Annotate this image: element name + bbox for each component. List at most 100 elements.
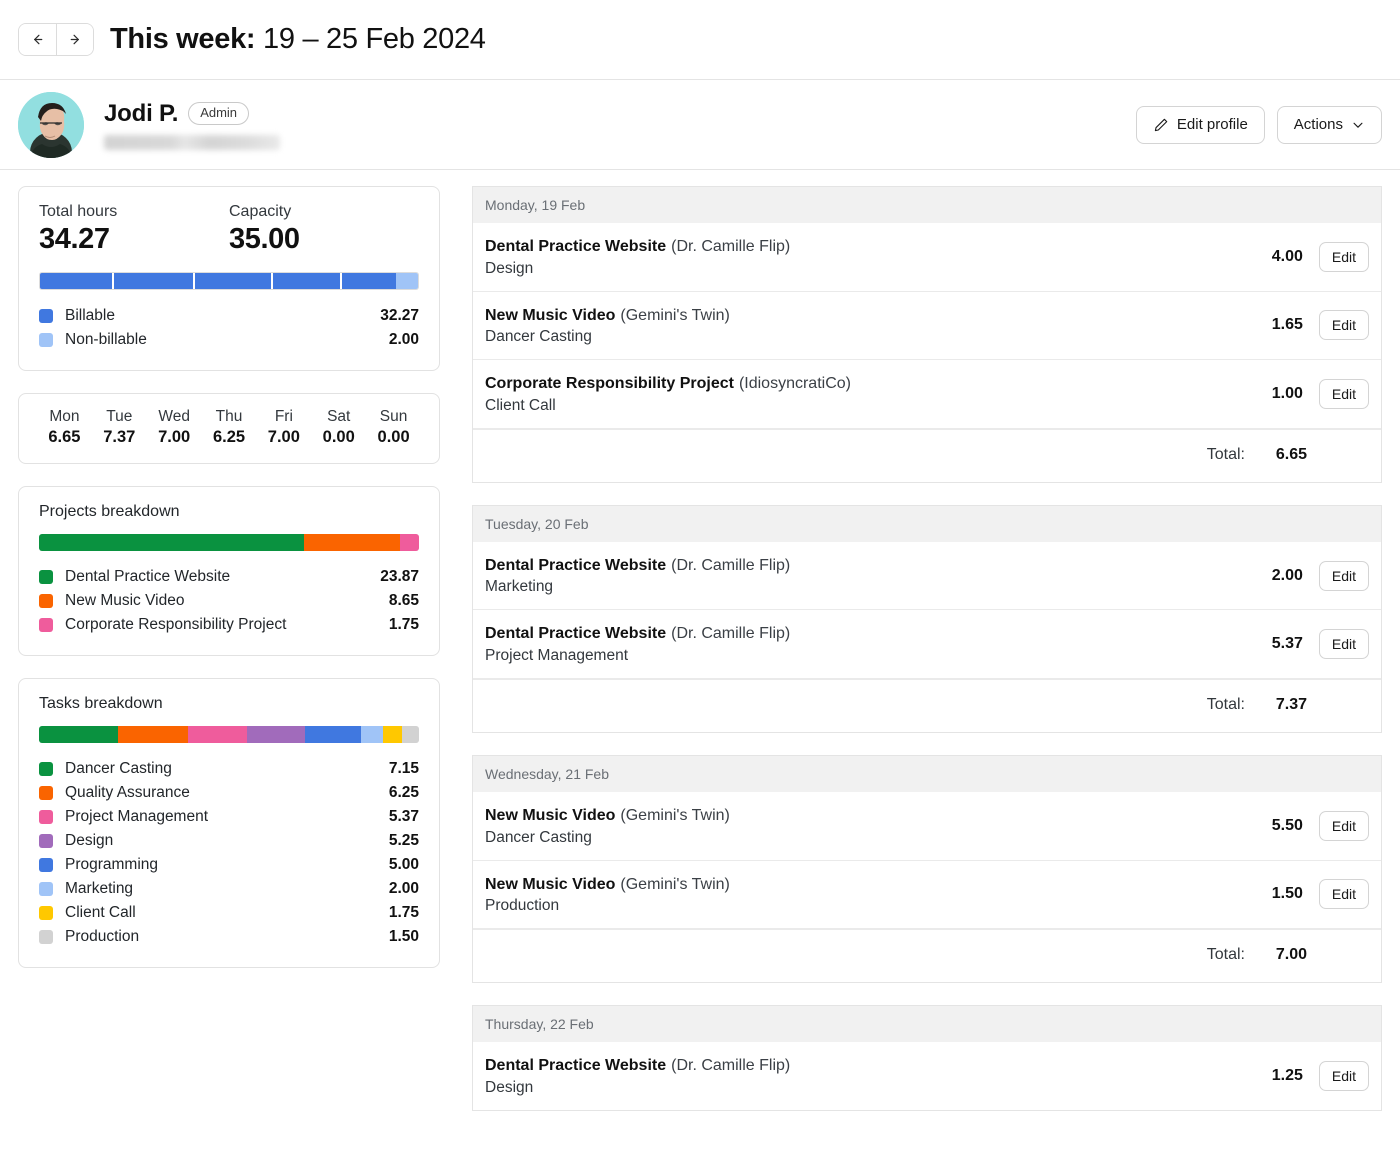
time-entry-row[interactable]: New Music Video (Gemini's Twin) Dancer Cas…	[473, 792, 1381, 861]
weekday-name: Thu	[215, 408, 243, 425]
time-entry-client: (IdiosyncratiCo)	[738, 375, 851, 393]
edit-entry-button[interactable]: Edit	[1318, 560, 1369, 591]
billable-legend-label: Billable	[65, 307, 115, 324]
edit-entry-button[interactable]: Edit	[1318, 1060, 1369, 1091]
edit-entry-button[interactable]: Edit	[1318, 629, 1369, 660]
day-header: Thursday, 22 Feb	[472, 1005, 1382, 1043]
tasks-breakdown-legend: Dancer Casting 7.15 Quality Assurance 6.25 P…	[39, 757, 419, 949]
day-section: Wednesday, 21 Feb New Music Video (Gemini'…	[472, 754, 1382, 984]
tasks-legend-row: Project Management 5.37	[39, 805, 419, 829]
color-swatch-icon	[39, 618, 53, 632]
weekday-cell: Sun 0.00	[366, 408, 421, 447]
color-swatch-icon	[39, 570, 53, 584]
projects-legend-row: Corporate Responsibility Project 1.75	[39, 613, 419, 637]
time-entry-project-line: New Music Video (Gemini's Twin)	[485, 305, 1241, 327]
projects-legend-label: Corporate Responsibility Project	[65, 616, 287, 633]
tasks-legend-value: 1.75	[388, 904, 419, 921]
tasks-breakdown-bar	[39, 726, 419, 743]
tasks-bar-segment	[402, 726, 419, 743]
time-entry-hours: 1.25	[1271, 1066, 1303, 1084]
day-total-row: Total: 6.65	[473, 428, 1381, 482]
day-header: Monday, 19 Feb	[472, 186, 1382, 223]
actions-label: Actions	[1293, 116, 1343, 133]
billable-legend-label: Non-billable	[65, 331, 147, 348]
weekday-cell: Fri 7.00	[256, 408, 311, 447]
weekday-name: Sun	[379, 408, 408, 425]
time-entry-hours: 5.50	[1271, 816, 1303, 834]
projects-legend-label: New Music Video	[65, 592, 185, 609]
edit-profile-label: Edit profile	[1176, 116, 1248, 133]
projects-breakdown-legend: Dental Practice Website 23.87 New Music Vi…	[39, 565, 419, 637]
time-entry-row[interactable]: New Music Video (Gemini's Twin) Dancer Cas…	[473, 292, 1381, 361]
time-entry-client: (Gemini's Twin)	[620, 875, 730, 893]
prev-week-button[interactable]	[19, 24, 56, 55]
weekday-hours-card: Mon 6.65 Tue 7.37 Wed 7.00 Thu 6.25 Fri 7.00 Sat 0.…	[18, 393, 440, 464]
user-name: Jodi P.	[104, 99, 179, 127]
time-entry-project: New Music Video	[485, 306, 616, 324]
tasks-legend-row: Client Call 1.75	[39, 901, 419, 925]
capacity-bar-segment-billable	[40, 273, 112, 289]
time-entry-project-line: Dental Practice Website (Dr. Camille Flip…	[485, 623, 1241, 645]
tasks-legend-value: 5.37	[388, 808, 419, 825]
tasks-breakdown-card: Tasks breakdown Dancer Casting 7.15 Qualit…	[18, 678, 440, 968]
color-swatch-icon	[39, 930, 53, 944]
color-swatch-icon	[39, 333, 53, 347]
weekday-hours: 7.00	[267, 428, 300, 446]
weekday-cell: Thu 6.25	[202, 408, 257, 447]
time-entry-hours: 4.00	[1271, 247, 1303, 265]
weekday-name: Mon	[49, 408, 80, 425]
projects-bar-segment	[399, 534, 419, 551]
next-week-button[interactable]	[56, 24, 93, 55]
projects-bar-segment	[303, 534, 400, 551]
time-entry-task: Production	[485, 897, 560, 915]
weekday-hours: 7.37	[103, 428, 136, 446]
day-total-value: 6.65	[1275, 445, 1307, 463]
time-entry-client: (Dr. Camille Flip)	[671, 625, 791, 643]
capacity-bar-segment-billable	[195, 273, 271, 289]
billable-legend-row: Non-billable 2.00	[39, 328, 419, 352]
time-entry-task: Design	[485, 1078, 534, 1096]
tasks-legend-row: Design 5.25	[39, 829, 419, 853]
weekday-hours: 0.00	[377, 428, 410, 446]
time-entry-details: New Music Video (Gemini's Twin) Dancer Cas…	[485, 805, 1241, 847]
weekday-name: Sat	[327, 408, 351, 425]
tasks-legend-value: 1.50	[388, 928, 419, 945]
day-entries: New Music Video (Gemini's Twin) Dancer Cas…	[472, 791, 1382, 984]
edit-entry-button[interactable]: Edit	[1318, 310, 1369, 341]
edit-entry-button[interactable]: Edit	[1318, 241, 1369, 272]
capacity-bar-segment-nonbillable	[396, 273, 418, 289]
edit-profile-button[interactable]: Edit profile	[1135, 105, 1265, 144]
time-entry-hours: 1.00	[1271, 384, 1303, 402]
time-entry-row[interactable]: New Music Video (Gemini's Twin) Production…	[473, 861, 1381, 930]
content-columns: Total hours 34.27 Capacity 35.00 Billabl…	[0, 170, 1400, 1133]
page-title-prefix: This week:	[110, 23, 256, 55]
tasks-bar-segment	[39, 726, 119, 743]
time-entries-list: Monday, 19 Feb Dental Practice Website (Dr…	[472, 186, 1382, 1133]
actions-button[interactable]: Actions	[1276, 105, 1382, 144]
day-header: Tuesday, 20 Feb	[472, 504, 1382, 542]
time-entry-row[interactable]: Corporate Responsibility Project (Idiosyn…	[473, 360, 1381, 429]
day-entries: Dental Practice Website (Dr. Camille Flip…	[472, 541, 1382, 733]
time-entry-row[interactable]: Dental Practice Website (Dr. Camille Flip…	[473, 1042, 1381, 1110]
billable-legend: Billable 32.27 Non-billable 2.00	[39, 304, 419, 352]
time-entry-project-line: New Music Video (Gemini's Twin)	[485, 805, 1241, 827]
time-entry-client: (Gemini's Twin)	[620, 306, 730, 324]
time-entry-details: Dental Practice Website (Dr. Camille Flip…	[485, 236, 1241, 278]
time-entry-row[interactable]: Dental Practice Website (Dr. Camille Flip…	[473, 542, 1381, 611]
projects-legend-value: 8.65	[388, 592, 419, 609]
time-entry-row[interactable]: Dental Practice Website (Dr. Camille Flip…	[473, 610, 1381, 679]
edit-entry-button[interactable]: Edit	[1318, 810, 1369, 841]
edit-entry-button[interactable]: Edit	[1318, 378, 1369, 409]
tasks-bar-segment	[118, 726, 188, 743]
weekday-cell: Mon 6.65	[37, 408, 92, 447]
tasks-legend-label: Client Call	[65, 904, 136, 921]
total-hours-block: Total hours 34.27	[39, 203, 229, 256]
role-badge: Admin	[188, 101, 250, 126]
day-total-row: Total: 7.37	[473, 678, 1381, 732]
edit-entry-button[interactable]: Edit	[1318, 879, 1369, 910]
time-entry-project-line: Dental Practice Website (Dr. Camille Flip…	[485, 555, 1241, 577]
tasks-bar-segment	[360, 726, 383, 743]
tasks-bar-segment	[382, 726, 403, 743]
time-entry-row[interactable]: Dental Practice Website (Dr. Camille Flip…	[473, 223, 1381, 292]
projects-bar-segment	[39, 534, 304, 551]
